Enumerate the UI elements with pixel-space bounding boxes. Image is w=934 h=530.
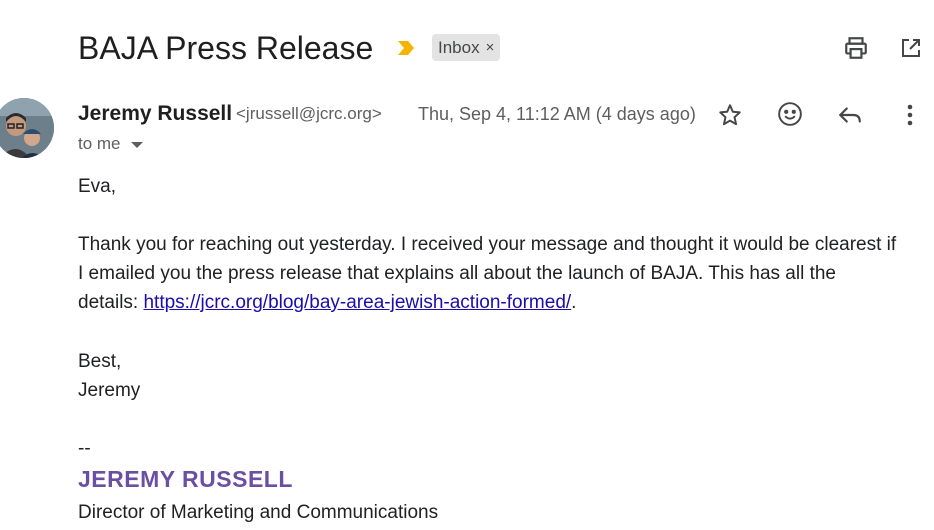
body-line-3-prefix: details:: [78, 292, 144, 313]
signature-name: JEREMY RUSSELL: [78, 466, 293, 492]
star-icon[interactable]: [716, 101, 744, 129]
body-line-1: Thank you for reaching out yesterday. I …: [78, 234, 897, 255]
body-greeting: Eva,: [78, 176, 117, 197]
body-signoff: Jeremy: [78, 380, 141, 401]
inbox-label-chip[interactable]: Inbox ×: [432, 34, 501, 61]
remove-label-icon[interactable]: ×: [486, 40, 495, 55]
sender-name: Jeremy Russell: [78, 102, 233, 125]
body-line-2: I emailed you the press release that exp…: [78, 263, 836, 284]
signature-title: Director of Marketing and Communications: [78, 502, 439, 523]
recipient-label: to me: [78, 134, 121, 153]
more-vert-icon[interactable]: [896, 101, 924, 129]
body-line-3-suffix: .: [571, 292, 577, 313]
press-release-link[interactable]: https://jcrc.org/blog/bay-area-jewish-ac…: [143, 292, 571, 313]
body-line-3: details: https://jcrc.org/blog/bay-area-…: [78, 288, 576, 317]
signature-separator: --: [78, 438, 91, 459]
inbox-label-text: Inbox: [438, 37, 480, 57]
sender-avatar[interactable]: [0, 98, 54, 158]
print-icon[interactable]: [842, 34, 870, 62]
chevron-down-icon: [130, 142, 143, 148]
email-subject: BAJA Press Release: [78, 30, 374, 66]
emoji-reaction-icon[interactable]: [776, 100, 804, 128]
body-closing: Best,: [78, 351, 122, 372]
sender-email: <jrussell@jcrc.org>: [236, 104, 382, 123]
reply-icon[interactable]: [836, 101, 864, 129]
recipient-details-toggle[interactable]: to me: [78, 133, 143, 155]
open-in-new-window-icon[interactable]: [897, 34, 925, 62]
email-date: Thu, Sep 4, 11:12 AM (4 days ago): [418, 104, 696, 124]
importance-marker-icon[interactable]: [396, 38, 416, 58]
